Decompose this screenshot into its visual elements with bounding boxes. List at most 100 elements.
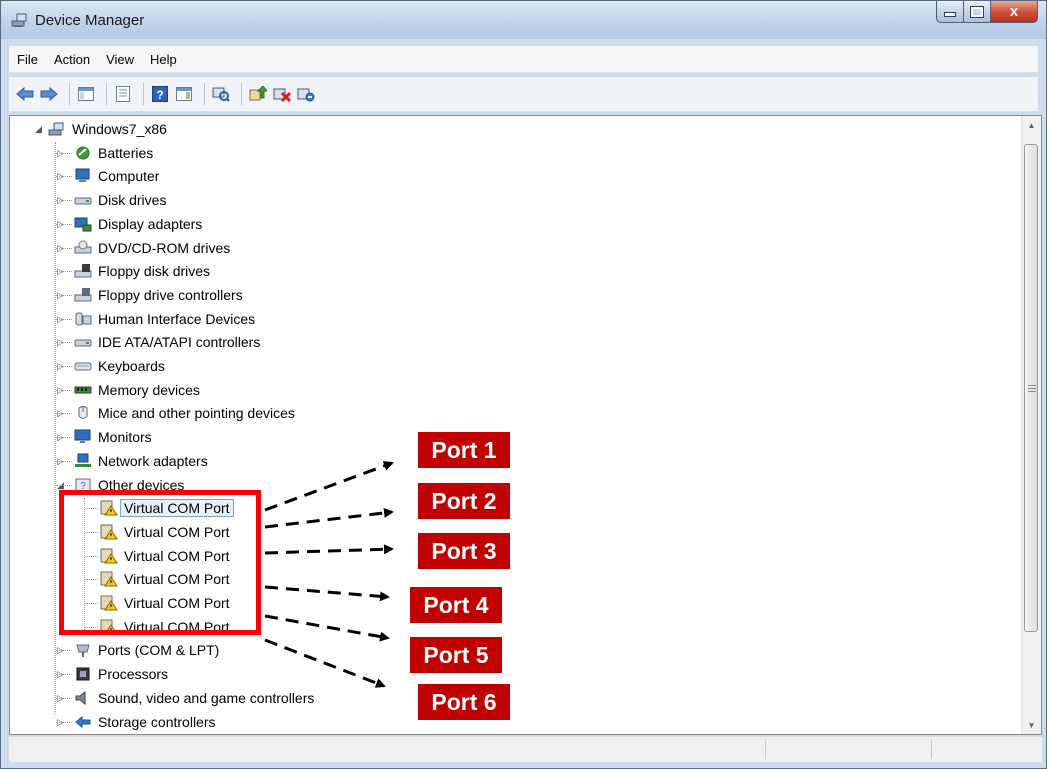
sound-icon	[74, 689, 92, 707]
tree-root-label: Windows7_x86	[72, 121, 167, 137]
ide-controller-icon	[74, 333, 92, 351]
memory-icon	[74, 381, 92, 399]
maximize-icon	[970, 5, 984, 18]
tree-connector	[56, 318, 72, 320]
uninstall-device-icon[interactable]	[296, 84, 316, 104]
port-3-label: Port 3	[418, 533, 510, 569]
minimize-button[interactable]	[936, 1, 964, 23]
toolbar-separator	[204, 83, 205, 105]
disable-device-icon[interactable]	[272, 84, 292, 104]
tree-connector	[56, 247, 72, 249]
thumb-grip	[1028, 385, 1036, 386]
computer-network-icon	[48, 120, 66, 138]
minimize-icon	[944, 12, 956, 17]
tree-connector	[56, 271, 72, 273]
tree-item-floppy-disk-drives[interactable]: ▷ Floppy disk drives	[57, 260, 211, 282]
port-4-label: Port 4	[410, 587, 502, 623]
tree-item-computer-label: Computer	[98, 168, 160, 185]
menu-action[interactable]: Action	[46, 52, 98, 67]
thumb-grip	[1028, 388, 1036, 389]
toolbar-separator	[241, 83, 242, 105]
tree-connector	[56, 223, 72, 225]
collapse-icon[interactable]: ◢	[34, 124, 43, 134]
toolbar: ?	[9, 77, 1038, 111]
tree-item-floppy-disk-drives-label: Floppy disk drives	[98, 263, 211, 280]
tree-connector	[56, 460, 72, 462]
tree-item-processors[interactable]: ▷ Processors	[57, 663, 168, 685]
tree-connector	[56, 389, 72, 391]
tree-item-memory-devices-label: Memory devices	[98, 381, 200, 398]
status-pane-divider	[931, 740, 932, 759]
menu-help[interactable]: Help	[142, 52, 185, 67]
scroll-up-arrow-icon[interactable]: ▲	[1022, 116, 1041, 134]
tree-item-network-adapters[interactable]: ▷ Network adapters	[57, 450, 208, 472]
tree-item-dvd-cd-rom-drives[interactable]: ▷ DVD/CD-ROM drives	[57, 237, 230, 259]
status-pane-divider	[765, 740, 766, 759]
tree-item-display-adapters[interactable]: ▷ Display adapters	[57, 213, 202, 235]
tree-item-disk-drives[interactable]: ▷ Disk drives	[57, 189, 167, 211]
properties-icon[interactable]	[113, 84, 133, 104]
menu-file[interactable]: File	[9, 52, 46, 67]
tree-item-human-interface-devices-label: Human Interface Devices	[98, 310, 256, 327]
tree-item-sound-video-and-game-controllers[interactable]: ▷ Sound, video and game controllers	[57, 687, 315, 709]
tree-item-keyboards-label: Keyboards	[98, 358, 165, 374]
floppy-controller-icon	[74, 286, 92, 304]
tree-connector	[56, 484, 72, 486]
tree-item-mice-and-other-pointing-devices[interactable]: ▷ Mice and other pointing devices	[57, 402, 295, 424]
title-bar[interactable]: Device Manager x	[1, 1, 1046, 39]
show-action-pane-icon[interactable]	[174, 84, 194, 104]
help-icon[interactable]: ?	[150, 84, 170, 104]
port-5-label: Port 5	[410, 637, 502, 673]
tree-item-monitors-label: Monitors	[98, 429, 152, 446]
tree-item-sound-video-and-game-controllers-label: Sound, video and game controllers	[98, 689, 315, 706]
vertical-scrollbar[interactable]: ▲ ▼	[1021, 116, 1041, 734]
tree-item-ports-com-lpt[interactable]: ▷ Ports (COM & LPT)	[57, 639, 220, 661]
tree-item-ports-com-lpt-label: Ports (COM & LPT)	[98, 642, 220, 659]
port-6-label: Port 6	[418, 684, 510, 720]
tree-item-ide-ata-atapi-controllers[interactable]: ▷ IDE ATA/ATAPI controllers	[57, 331, 260, 353]
back-icon[interactable]	[15, 84, 35, 104]
tree-connector	[56, 437, 72, 439]
forward-icon[interactable]	[39, 84, 59, 104]
thumb-grip	[1028, 391, 1036, 392]
storage-controller-icon	[74, 713, 92, 731]
device-tree-pane: ◢ Windows7_x86 ▷ Batteries ▷ Computer ▷ Disk …	[9, 115, 1042, 735]
tree-item-keyboards[interactable]: ▷ Keyboards	[57, 355, 165, 377]
tree-item-disk-drives-label: Disk drives	[98, 192, 167, 209]
tree-item-batteries[interactable]: ▷ Batteries	[57, 142, 153, 164]
menu-bar: File Action View Help	[9, 46, 1038, 73]
tree-item-computer[interactable]: ▷ Computer	[57, 165, 160, 187]
toolbar-separator	[106, 83, 107, 105]
tree-connector	[56, 697, 72, 699]
show-hide-console-tree-icon[interactable]	[76, 84, 96, 104]
network-adapter-icon	[74, 452, 92, 470]
battery-icon	[74, 144, 92, 162]
tree-connector	[56, 674, 72, 676]
menu-view[interactable]: View	[98, 52, 142, 67]
floppy-drive-icon	[74, 262, 92, 280]
update-driver-icon[interactable]	[248, 84, 268, 104]
tree-item-storage-controllers[interactable]: ▷ Storage controllers	[57, 711, 215, 733]
tree-item-memory-devices[interactable]: ▷ Memory devices	[57, 379, 200, 401]
scroll-down-arrow-icon[interactable]: ▼	[1022, 716, 1041, 734]
tree-item-mice-and-other-pointing-devices-label: Mice and other pointing devices	[98, 405, 295, 422]
tree-connector	[56, 342, 72, 344]
close-button[interactable]: x	[991, 1, 1038, 23]
mouse-icon	[74, 404, 92, 422]
tree-item-human-interface-devices[interactable]: ▷ Human Interface Devices	[57, 308, 256, 330]
maximize-button[interactable]	[964, 1, 991, 23]
tree-item-floppy-drive-controllers[interactable]: ▷ Floppy drive controllers	[57, 284, 243, 306]
computer-icon	[74, 167, 92, 185]
svg-text:?: ?	[156, 88, 163, 102]
tree-item-monitors[interactable]: ▷ Monitors	[57, 426, 152, 448]
tree-root[interactable]: ◢ Windows7_x86	[34, 118, 167, 140]
caption-buttons: x	[936, 1, 1038, 23]
scrollbar-thumb[interactable]	[1024, 144, 1038, 632]
display-adapter-icon	[74, 215, 92, 233]
tree-connector	[56, 176, 72, 178]
scan-hardware-icon[interactable]	[211, 84, 231, 104]
tree-connector	[56, 366, 72, 367]
disk-drive-icon	[74, 191, 92, 209]
port-1-label: Port 1	[418, 432, 510, 468]
tree-connector	[56, 200, 72, 202]
